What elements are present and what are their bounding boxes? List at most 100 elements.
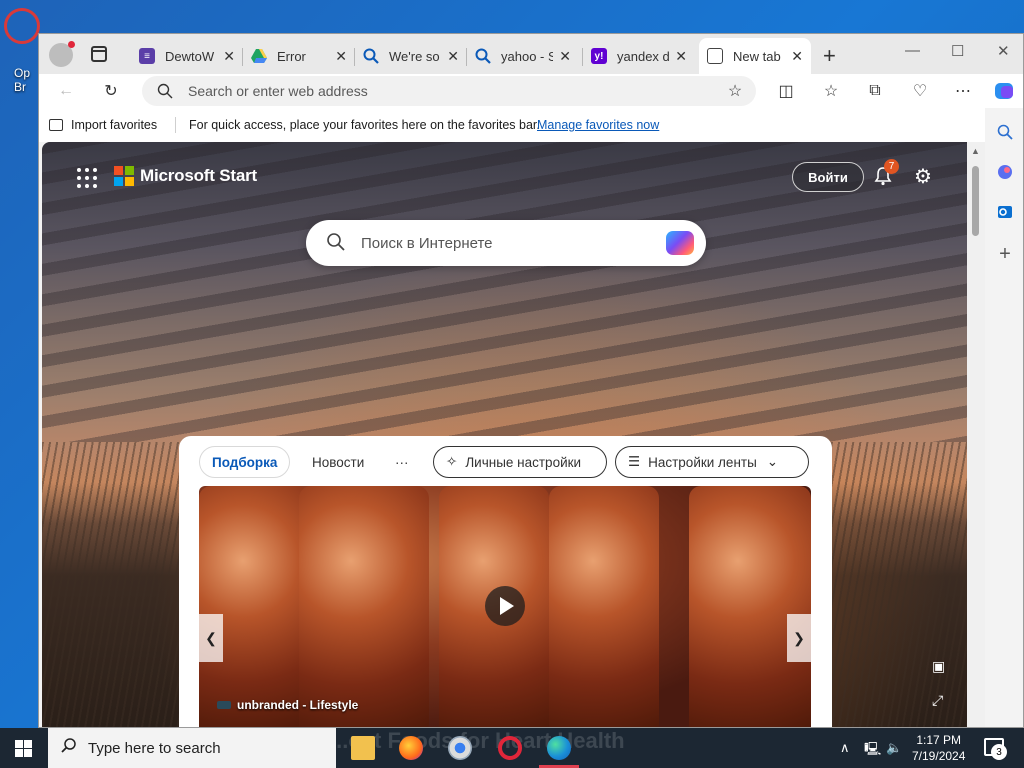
dewto-icon: ≡ (139, 48, 155, 64)
close-tab-icon[interactable]: ✕ (223, 48, 235, 65)
file-explorer-icon[interactable] (351, 736, 375, 760)
tab-dewto[interactable]: ≡ DewtoW ✕ (131, 38, 243, 74)
previous-arrow-icon[interactable]: ❮ (199, 614, 223, 662)
edge-icon[interactable] (547, 736, 571, 760)
settings-gear-icon[interactable]: ⚙ (914, 164, 932, 189)
feed-settings-button[interactable]: ☰ Настройки ленты ⌄ (615, 446, 809, 478)
search-icon (363, 48, 379, 64)
food-image (199, 486, 309, 727)
chevron-down-icon: ⌄ (766, 454, 779, 469)
close-tab-icon[interactable]: ✕ (791, 48, 803, 65)
maximize-icon[interactable]: ☐ (951, 42, 964, 60)
tab-featured[interactable]: Подборка (199, 446, 291, 478)
desktop-shortcut-label: Op Br (14, 66, 31, 94)
tab-error[interactable]: Error ✕ (242, 38, 355, 74)
food-image (299, 486, 429, 727)
tab-news[interactable]: Новости (312, 446, 364, 478)
divider (175, 117, 176, 133)
split-screen-icon[interactable]: ◫ (775, 80, 797, 102)
address-bar[interactable]: Search or enter web address ☆ (142, 76, 756, 106)
app-launcher-icon[interactable] (77, 168, 97, 188)
more-tabs-icon[interactable]: ··· (395, 446, 409, 478)
new-tab-page: Microsoft Start Войти 7 ⚙ Поиск в Интерн… (42, 142, 968, 727)
tab-new-tab[interactable]: New tab ✕ (699, 38, 811, 74)
close-tab-icon[interactable]: ✕ (335, 48, 347, 65)
browser-essentials-icon[interactable]: ♡ (909, 80, 931, 102)
video-source: unbranded - Lifestyle (217, 698, 358, 712)
import-favorites-button[interactable]: Import favorites (49, 118, 157, 132)
close-tab-icon[interactable]: ✕ (675, 48, 687, 65)
search-icon (475, 48, 491, 64)
favorites-icon[interactable]: ☆ (820, 80, 842, 102)
import-icon (49, 119, 63, 131)
browser-window: ≡ DewtoW ✕ Error ✕ We're so ✕ yahoo - S … (38, 33, 1024, 728)
personalize-button[interactable]: ✧ Личные настройки (433, 446, 607, 478)
expand-icon[interactable]: ⤢ (932, 692, 943, 709)
close-tab-icon[interactable]: ✕ (447, 48, 459, 65)
manage-favorites-link[interactable]: Manage favorites now (537, 118, 659, 132)
firefox-icon[interactable] (399, 736, 423, 760)
video-card[interactable]: ❮ ❯ unbranded - Lifestyle (199, 486, 811, 727)
microsoft-logo-icon (114, 166, 134, 186)
profile-avatar-icon[interactable] (49, 41, 75, 67)
tab-strip: ≡ DewtoW ✕ Error ✕ We're so ✕ yahoo - S … (39, 34, 1023, 74)
opera-icon[interactable] (498, 736, 522, 760)
tab-title: DewtoW (165, 48, 215, 64)
image-info-icon[interactable]: ▣ (932, 658, 945, 675)
refresh-icon[interactable]: ↻ (100, 80, 122, 102)
action-center-count: 3 (991, 744, 1007, 760)
copilot-icon[interactable] (995, 162, 1015, 182)
sign-in-button[interactable]: Войти (792, 162, 864, 192)
favorites-bar: Import favorites For quick access, place… (39, 108, 1023, 142)
new-tab-button[interactable]: + (823, 43, 836, 69)
collections-icon[interactable]: ⧉ (864, 80, 886, 102)
add-sidebar-app-icon[interactable]: + (995, 243, 1015, 265)
play-icon[interactable] (485, 586, 525, 626)
search-icon (60, 737, 78, 759)
favorite-star-icon[interactable]: ☆ (724, 80, 746, 102)
personalize-label: Личные настройки (465, 454, 582, 470)
tab-title: yandex d (617, 48, 670, 64)
network-icon[interactable]: 🖳 (864, 740, 881, 762)
personalize-icon: ✧ (446, 454, 458, 469)
taskbar-clock[interactable]: 1:17 PM 7/19/2024 (912, 732, 965, 764)
favorites-bar-message: For quick access, place your favorites h… (189, 118, 540, 132)
scrollbar-thumb[interactable] (972, 166, 979, 236)
search-icon[interactable] (995, 122, 1015, 142)
notification-badge: 7 (884, 159, 899, 174)
copilot-icon[interactable] (666, 231, 694, 255)
minimize-icon[interactable]: — (905, 42, 920, 59)
more-menu-icon[interactable]: ⋯ (952, 80, 974, 102)
sliders-icon: ☰ (628, 454, 641, 469)
edge-sidebar: + (985, 108, 1023, 727)
back-icon[interactable]: ← (55, 80, 77, 102)
new-tab-page-icon (707, 48, 723, 64)
web-search-placeholder: Поиск в Интернете (361, 235, 493, 252)
clock-date: 7/19/2024 (912, 749, 966, 763)
opera-icon (4, 8, 40, 44)
tab-were-sorry[interactable]: We're so ✕ (354, 38, 467, 74)
yahoo-icon: y! (591, 48, 607, 64)
windows-start-icon[interactable] (15, 740, 32, 757)
web-search-box[interactable]: Поиск в Интернете (306, 220, 706, 266)
chrome-icon[interactable] (448, 736, 472, 760)
next-arrow-icon[interactable]: ❯ (787, 614, 811, 662)
tab-yahoo[interactable]: yahoo - S ✕ (466, 38, 579, 74)
desktop-shortcut[interactable]: Op Br (4, 8, 40, 94)
food-image (689, 486, 811, 727)
taskbar-search[interactable]: Type here to search (48, 728, 336, 768)
page-scrollbar[interactable]: ▲ (967, 142, 985, 727)
volume-muted-icon[interactable]: 🔈 (886, 740, 902, 756)
close-tab-icon[interactable]: ✕ (559, 48, 571, 65)
brand-title[interactable]: Microsoft Start (140, 166, 257, 186)
copilot-icon[interactable] (993, 80, 1015, 102)
tab-actions-icon[interactable] (91, 46, 107, 62)
show-hidden-icons-icon[interactable]: ∧ (840, 740, 850, 756)
outlook-icon[interactable] (995, 202, 1015, 222)
windows-taskbar: Type here to search ...ost Foods for Hea… (0, 728, 1024, 768)
close-window-icon[interactable]: ✕ (997, 42, 1010, 60)
tab-yandex[interactable]: y! yandex d ✕ (582, 38, 695, 74)
address-placeholder: Search or enter web address (188, 83, 368, 99)
clock-time: 1:17 PM (916, 733, 962, 747)
scroll-up-icon[interactable]: ▲ (971, 146, 980, 156)
